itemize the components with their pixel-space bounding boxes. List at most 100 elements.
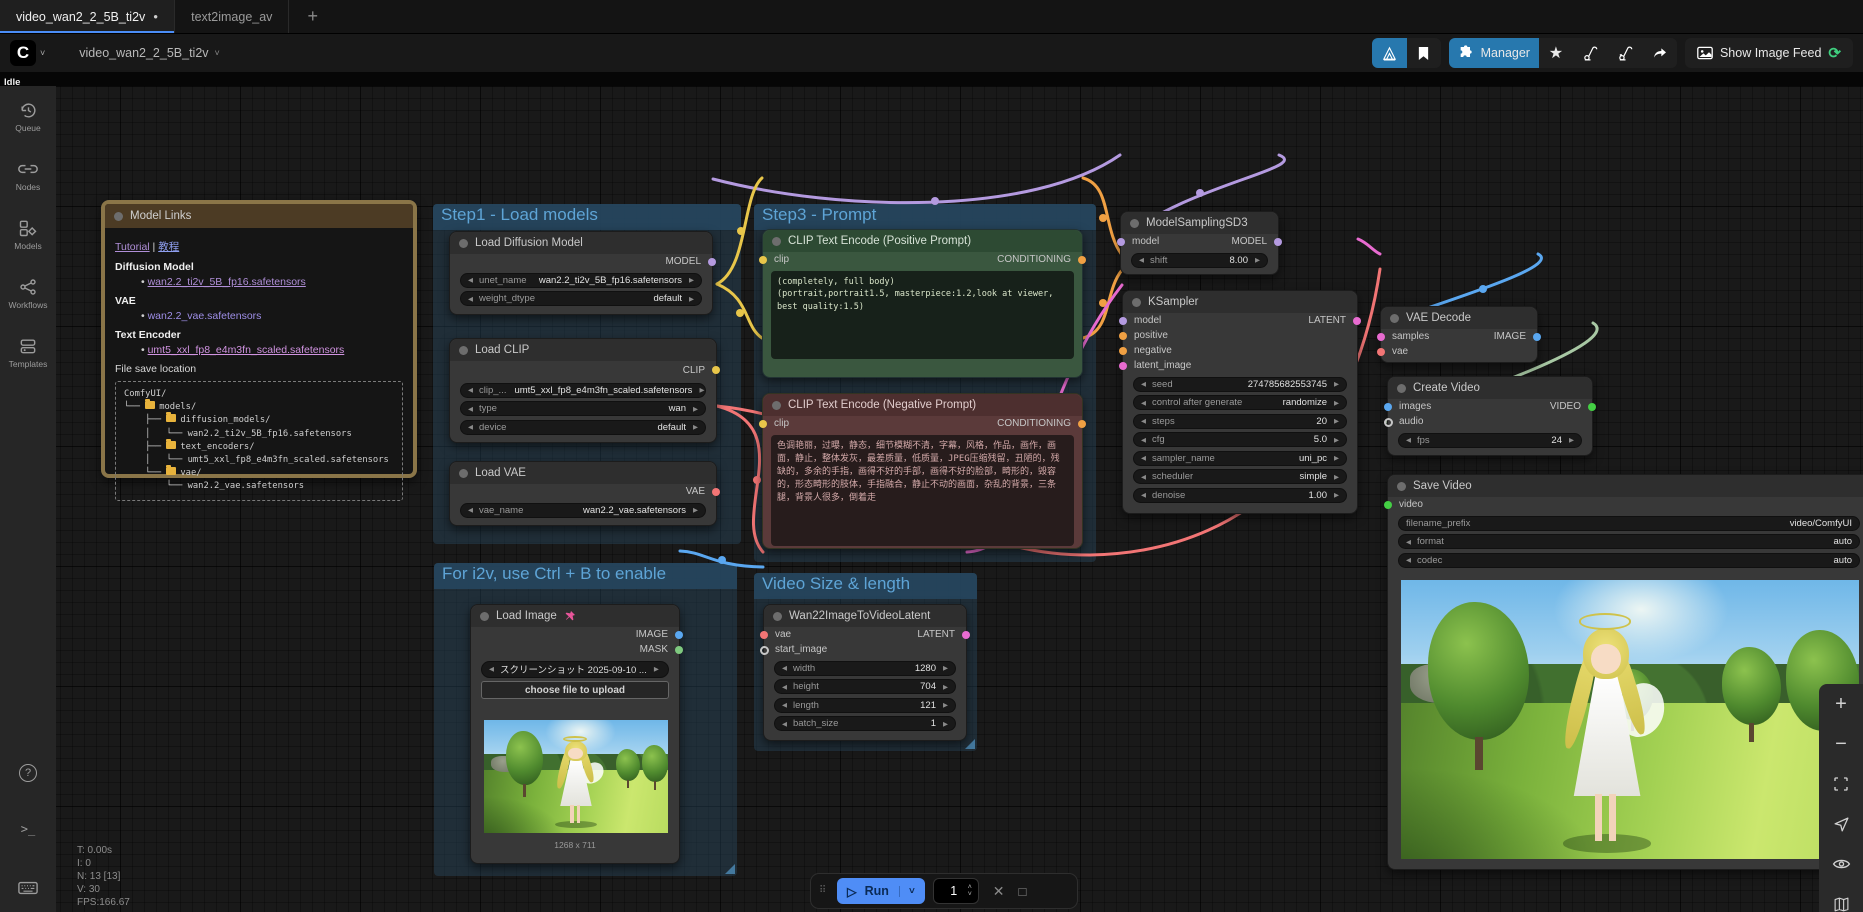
stop-button[interactable]: □ bbox=[1019, 884, 1027, 899]
output-port-conditioning[interactable] bbox=[1078, 256, 1086, 264]
combo-left-icon[interactable]: ◀ bbox=[468, 506, 473, 514]
widget-shift[interactable]: ◀shift8.00▶ bbox=[1131, 253, 1268, 268]
collapse-toggle[interactable] bbox=[480, 612, 489, 621]
fit-view-button[interactable] bbox=[1829, 774, 1853, 794]
stepper-left-icon[interactable]: ◀ bbox=[1141, 491, 1146, 499]
stepper-right-icon[interactable]: ▶ bbox=[943, 720, 948, 728]
output-port-mask[interactable] bbox=[675, 646, 683, 654]
widget-vae-name[interactable]: ◀vae_namewan2.2_vae.safetensors▶ bbox=[460, 503, 706, 518]
manager-button[interactable]: Manager bbox=[1449, 38, 1539, 68]
input-port-vae[interactable] bbox=[1377, 348, 1385, 356]
output-port-conditioning[interactable] bbox=[1078, 420, 1086, 428]
stepper-left-icon[interactable]: ◀ bbox=[782, 664, 787, 672]
new-tab-button[interactable]: + bbox=[289, 0, 336, 33]
combo-left-icon[interactable]: ◀ bbox=[1406, 538, 1411, 546]
group-video-size-title[interactable]: Video Size & length bbox=[754, 573, 977, 599]
input-port-negative[interactable] bbox=[1119, 347, 1127, 355]
input-port-clip[interactable] bbox=[759, 256, 767, 264]
widget-clip-name[interactable]: ◀clip_...umt5_xxl_fp8_e4m3fn_scaled.safe… bbox=[460, 383, 706, 398]
vae-link[interactable]: wan2.2_vae.safetensors bbox=[148, 310, 262, 322]
stepper-left-icon[interactable]: ◀ bbox=[782, 683, 787, 691]
choose-file-button[interactable]: choose file to upload bbox=[481, 681, 669, 699]
group-step1-title[interactable]: Step1 - Load models bbox=[433, 204, 741, 230]
share-button[interactable] bbox=[1643, 38, 1677, 68]
widget-batch-size[interactable]: ◀batch_size1▶ bbox=[774, 716, 956, 731]
widget-weight-dtype[interactable]: ◀weight_dtypedefault▶ bbox=[460, 291, 702, 306]
sidebar-item-models[interactable]: Models bbox=[0, 218, 56, 251]
stepper-left-icon[interactable]: ◀ bbox=[1141, 417, 1146, 425]
run-button[interactable]: ▷ Run ˅ bbox=[837, 878, 925, 904]
combo-right-icon[interactable]: ▶ bbox=[1334, 454, 1339, 462]
drag-handle-icon[interactable]: ⠿ bbox=[819, 887, 829, 895]
zoom-out-button[interactable]: − bbox=[1829, 734, 1853, 754]
sidebar-item-shortcuts[interactable] bbox=[0, 878, 56, 898]
widget-seed[interactable]: ◀seed274785682553745▶ bbox=[1133, 377, 1347, 392]
negative-prompt-textarea[interactable]: 色调艳丽，过曝，静态，细节模糊不清，字幕，风格，作品，画作，画面，静止，整体发灰… bbox=[771, 435, 1074, 546]
node-clip-text-encode-negative[interactable]: CLIP Text Encode (Negative Prompt) clip … bbox=[762, 393, 1083, 549]
collapse-toggle[interactable] bbox=[772, 401, 781, 410]
node-model-sampling-sd3[interactable]: ModelSamplingSD3 model MODEL ◀shift8.00▶ bbox=[1120, 211, 1279, 275]
node-clip-text-encode-positive[interactable]: CLIP Text Encode (Positive Prompt) clip … bbox=[762, 229, 1083, 378]
cancel-button[interactable]: ✕ bbox=[987, 883, 1011, 900]
widget-width[interactable]: ◀width1280▶ bbox=[774, 661, 956, 676]
combo-right-icon[interactable]: ▶ bbox=[699, 386, 704, 394]
input-port-model[interactable] bbox=[1117, 238, 1125, 246]
collapse-toggle[interactable] bbox=[772, 237, 781, 246]
input-port-clip[interactable] bbox=[759, 420, 767, 428]
node-ksampler[interactable]: KSampler model LATENT positive negative … bbox=[1122, 290, 1358, 514]
stepper-right-icon[interactable]: ▶ bbox=[1569, 436, 1574, 444]
widget-steps[interactable]: ◀steps20▶ bbox=[1133, 414, 1347, 429]
toggle-visibility-button[interactable] bbox=[1829, 854, 1853, 874]
stepper-up-icon[interactable]: ˄ bbox=[968, 884, 972, 891]
widget-type[interactable]: ◀typewan▶ bbox=[460, 401, 706, 416]
collapse-toggle[interactable] bbox=[773, 612, 782, 621]
collapse-toggle[interactable] bbox=[1132, 298, 1141, 307]
node-create-video[interactable]: Create Video images VIDEO audio ◀fps24▶ bbox=[1387, 376, 1593, 456]
output-port-vae[interactable] bbox=[712, 488, 720, 496]
output-port-video[interactable] bbox=[1588, 403, 1596, 411]
widget-denoise[interactable]: ◀denoise1.00▶ bbox=[1133, 488, 1347, 503]
node-vae-decode[interactable]: VAE Decode samples IMAGE vae bbox=[1380, 306, 1538, 363]
node-save-video[interactable]: Save Video video filename_prefixvideo/Co… bbox=[1387, 474, 1863, 870]
stepper-left-icon[interactable]: ◀ bbox=[1139, 256, 1144, 264]
input-port-model[interactable] bbox=[1119, 317, 1127, 325]
combo-right-icon[interactable]: ▶ bbox=[693, 423, 698, 431]
input-port-latent-image[interactable] bbox=[1119, 362, 1127, 370]
sidebar-item-queue[interactable]: Queue bbox=[0, 100, 56, 133]
positive-prompt-textarea[interactable]: (completely, full body) (portrait,portra… bbox=[771, 271, 1074, 359]
group-step3-title[interactable]: Step3 - Prompt bbox=[754, 204, 1096, 230]
output-port-latent[interactable] bbox=[1353, 317, 1361, 325]
video-preview[interactable] bbox=[1401, 580, 1859, 859]
input-port-start-image[interactable] bbox=[760, 646, 769, 655]
combo-right-icon[interactable]: ▶ bbox=[693, 506, 698, 514]
chevron-down-icon[interactable]: ˅ bbox=[40, 48, 45, 58]
collapse-toggle[interactable] bbox=[1130, 219, 1139, 228]
combo-left-icon[interactable]: ◀ bbox=[1141, 473, 1146, 481]
node-wan22-image-to-video-latent[interactable]: Wan22ImageToVideoLatent vae LATENT start… bbox=[763, 604, 967, 741]
group-resize-handle[interactable] bbox=[725, 864, 735, 874]
collapse-toggle[interactable] bbox=[459, 239, 468, 248]
output-port-model[interactable] bbox=[708, 258, 716, 266]
collapse-toggle[interactable] bbox=[459, 346, 468, 355]
widget-fps[interactable]: ◀fps24▶ bbox=[1398, 433, 1582, 448]
input-port-vae[interactable] bbox=[760, 631, 768, 639]
sidebar-item-help[interactable]: ? bbox=[0, 764, 56, 782]
stepper-left-icon[interactable]: ◀ bbox=[1406, 436, 1411, 444]
input-port-positive[interactable] bbox=[1119, 332, 1127, 340]
free-cache-button[interactable] bbox=[1608, 38, 1643, 68]
widget-length[interactable]: ◀length121▶ bbox=[774, 698, 956, 713]
combo-left-icon[interactable]: ◀ bbox=[468, 423, 473, 431]
output-port-image[interactable] bbox=[1533, 333, 1541, 341]
widget-codec[interactable]: ◀codecauto bbox=[1398, 553, 1860, 568]
widget-device[interactable]: ◀devicedefault▶ bbox=[460, 420, 706, 435]
node-load-clip[interactable]: Load CLIP CLIP ◀clip_...umt5_xxl_fp8_e4m… bbox=[449, 338, 717, 443]
combo-right-icon[interactable]: ▶ bbox=[689, 295, 694, 303]
minimap-button[interactable] bbox=[1829, 894, 1853, 912]
collapse-toggle[interactable] bbox=[114, 212, 123, 221]
batch-count-input[interactable]: 1 ˄˅ bbox=[933, 878, 979, 904]
widget-control-after-generate[interactable]: ◀control after generaterandomize▶ bbox=[1133, 395, 1347, 410]
widget-format[interactable]: ◀formatauto bbox=[1398, 534, 1860, 549]
text-encoder-link[interactable]: umt5_xxl_fp8_e4m3fn_scaled.safetensors bbox=[148, 344, 345, 356]
canvas-tools-button[interactable] bbox=[1372, 38, 1407, 68]
sidebar-item-workflows[interactable]: Workflows bbox=[0, 277, 56, 310]
